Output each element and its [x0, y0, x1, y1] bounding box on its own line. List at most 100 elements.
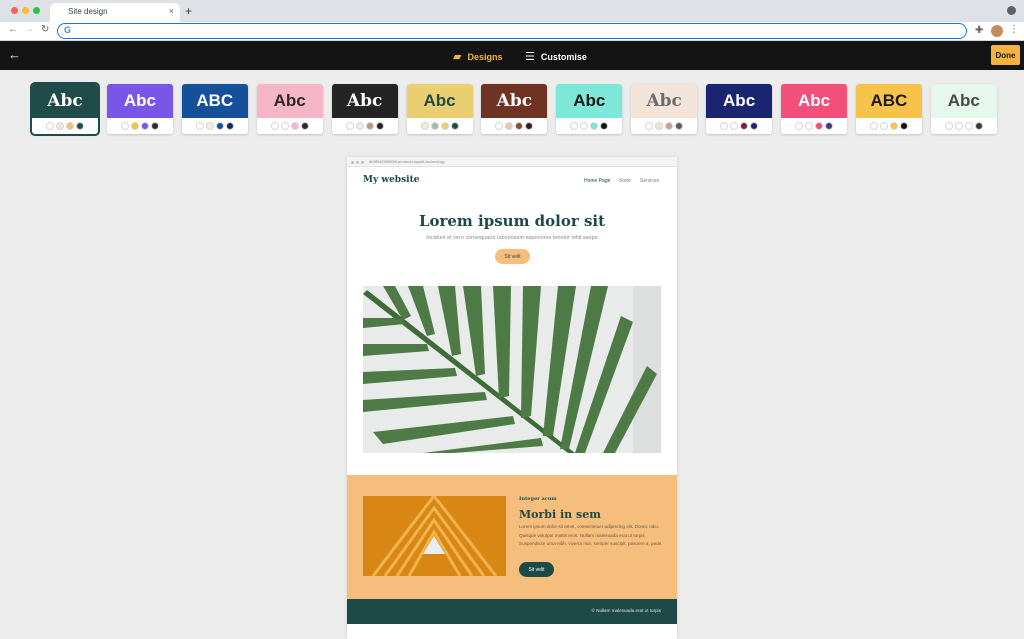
theme-card[interactable]: Abc — [30, 82, 100, 136]
palette-swatch — [300, 122, 309, 130]
tab-search-icon[interactable] — [1007, 6, 1016, 15]
puzzle-icon[interactable]: ✚ — [975, 25, 983, 36]
palette-swatch — [375, 122, 384, 130]
palette-swatch — [495, 122, 504, 130]
palette-swatch — [140, 122, 149, 130]
preview-section-button: Sit velit — [519, 562, 554, 577]
google-icon: G — [64, 25, 72, 35]
preview-hero-button: Sit velit — [495, 249, 530, 264]
palette-swatch — [889, 122, 898, 130]
palette-swatch — [869, 122, 878, 130]
theme-picker: Abc Abc ABC Abc Abc Abc Abc Abc Abc Abc Abc ABC Abc — [30, 82, 997, 136]
theme-card[interactable]: Abc — [706, 84, 773, 134]
palette-swatch — [120, 122, 129, 130]
theme-palette — [481, 118, 548, 134]
close-window-button[interactable] — [11, 7, 18, 14]
maximize-window-button[interactable] — [33, 7, 40, 14]
palette-swatch — [66, 122, 74, 130]
done-button[interactable]: Done — [991, 45, 1020, 65]
palette-swatch — [964, 122, 973, 130]
theme-card[interactable]: Abc — [631, 84, 698, 134]
palette-swatch — [730, 122, 739, 130]
palette-swatch — [720, 122, 729, 130]
theme-card[interactable]: ABC — [855, 84, 922, 134]
theme-palette — [706, 118, 773, 134]
palette-swatch — [505, 122, 514, 130]
preview-url: 6b9f0d2f9f0f0f8.product.bayadl-technolog… — [369, 159, 445, 164]
preview-browser-bar: 6b9f0d2f9f0f0f8.product.bayadl-technolog… — [347, 157, 677, 167]
theme-sample: Abc — [406, 84, 473, 118]
palette-swatch — [740, 122, 749, 130]
theme-palette — [32, 118, 98, 134]
theme-card[interactable]: Abc — [106, 84, 173, 134]
browser-toolbar: ← → ↻ G ✚ ⋮ — [0, 22, 1024, 41]
theme-sample: Abc — [706, 84, 773, 118]
palette-swatch — [590, 122, 599, 130]
preview-dot — [361, 161, 364, 164]
palette-icon: ▰ — [453, 51, 462, 63]
theme-card[interactable]: Abc — [406, 84, 473, 134]
palette-swatch — [280, 122, 289, 130]
theme-palette — [631, 118, 698, 134]
back-arrow-icon[interactable]: ← — [8, 47, 21, 62]
palette-swatch — [76, 122, 84, 130]
theme-palette — [855, 118, 922, 134]
palette-swatch — [944, 122, 953, 130]
palette-swatch — [525, 122, 534, 130]
palette-swatch — [750, 122, 759, 130]
palette-swatch — [46, 122, 54, 130]
preview-footer: © Nullam malesuada erat ut turpis — [347, 599, 677, 624]
preview-section-eyebrow: Integer acum — [519, 496, 557, 502]
palette-swatch — [130, 122, 139, 130]
theme-palette — [331, 118, 398, 134]
palette-swatch — [355, 122, 364, 130]
palette-swatch — [645, 122, 654, 130]
address-bar[interactable]: G — [57, 23, 967, 39]
theme-palette — [256, 118, 323, 134]
tab-designs-label: Designs — [467, 51, 503, 62]
theme-card[interactable]: Abc — [481, 84, 548, 134]
theme-card[interactable]: Abc — [331, 84, 398, 134]
tab-customise-label: Customise — [540, 51, 587, 62]
new-tab-button[interactable]: + — [185, 4, 192, 18]
theme-palette — [781, 118, 847, 134]
palette-swatch — [215, 122, 224, 130]
theme-palette — [181, 118, 248, 134]
palette-swatch — [270, 122, 279, 130]
preview-section-title: Morbi in sem — [519, 508, 601, 521]
palette-swatch — [440, 122, 449, 130]
menu-icon[interactable]: ⋮ — [1009, 24, 1019, 35]
site-preview: 6b9f0d2f9f0f0f8.product.bayadl-technolog… — [347, 157, 677, 639]
preview-section-body: Lorem ipsum dolor sit amet, consectetuer… — [519, 524, 663, 546]
palette-swatch — [570, 122, 579, 130]
minimize-window-button[interactable] — [22, 7, 29, 14]
palette-swatch — [600, 122, 609, 130]
tab-customise[interactable]: ☰ Customise — [525, 50, 587, 63]
avatar[interactable] — [991, 25, 1003, 37]
palette-swatch — [825, 122, 833, 130]
back-icon[interactable]: ← — [8, 24, 18, 35]
forward-icon[interactable]: → — [24, 24, 34, 35]
palette-swatch — [954, 122, 963, 130]
palette-swatch — [450, 122, 459, 130]
palette-swatch — [580, 122, 589, 130]
palette-swatch — [795, 122, 803, 130]
theme-palette — [930, 118, 997, 134]
palette-swatch — [365, 122, 374, 130]
sliders-icon: ☰ — [525, 51, 535, 63]
theme-card[interactable]: Abc — [556, 84, 623, 134]
reload-icon[interactable]: ↻ — [41, 24, 49, 35]
theme-card[interactable]: Abc — [256, 84, 323, 134]
tab-close-icon[interactable]: × — [169, 6, 174, 16]
preview-dot — [351, 161, 354, 164]
preview-hero-title: Lorem ipsum dolor sit — [418, 212, 606, 230]
theme-card[interactable]: ABC — [181, 84, 248, 134]
browser-tab[interactable]: Site design × — [50, 3, 180, 22]
tab-designs[interactable]: ▰ Designs — [453, 50, 502, 63]
palette-swatch — [56, 122, 64, 130]
app-header: ← ▰ Designs ☰ Customise Done — [0, 41, 1024, 70]
theme-card[interactable]: Abc — [930, 84, 997, 134]
preview-nav-store: Store — [619, 178, 631, 184]
theme-card[interactable]: Abc — [781, 84, 847, 134]
palette-swatch — [345, 122, 354, 130]
